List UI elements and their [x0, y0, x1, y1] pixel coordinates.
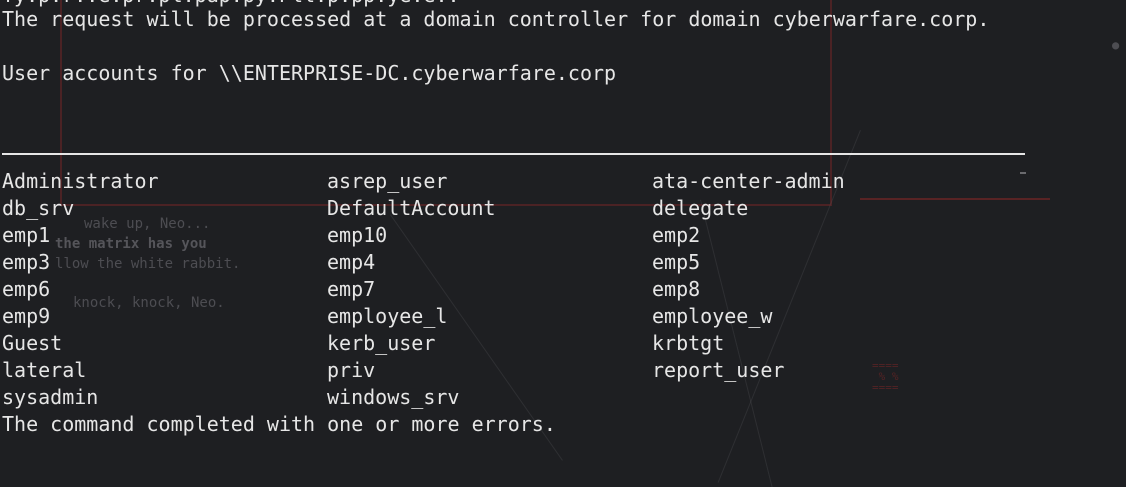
- account-name: sysadmin: [2, 385, 99, 409]
- accounts-table: Administrator asrep_user ata-center-admin d…: [2, 168, 1012, 411]
- account-name: Guest: [2, 331, 63, 355]
- account-name: emp6: [2, 277, 51, 301]
- account-row: emp1 emp10 emp2: [2, 222, 1012, 249]
- account-row: emp9 employee_l employee_w: [2, 303, 1012, 330]
- account-name: emp10: [327, 223, 388, 247]
- account-row: emp3 emp4 emp5: [2, 249, 1012, 276]
- account-name: emp4: [327, 250, 376, 274]
- terminal-output: The request will be processed at a domai…: [2, 0, 989, 87]
- account-name: windows_srv: [327, 385, 460, 409]
- account-name: employee_w: [652, 304, 773, 328]
- user-accounts-header: User accounts for \\ENTERPRISE-DC.cyberw…: [2, 61, 617, 85]
- account-name: emp3: [2, 250, 51, 274]
- account-name: krbtgt: [652, 331, 725, 355]
- account-name: [652, 384, 1012, 411]
- account-name: emp8: [652, 277, 701, 301]
- separator-tail: [1020, 172, 1026, 174]
- account-name: priv: [327, 358, 376, 382]
- account-name: DefaultAccount: [327, 196, 496, 220]
- account-name: emp5: [652, 250, 701, 274]
- account-row: emp6 emp7 emp8: [2, 276, 1012, 303]
- account-row: Administrator asrep_user ata-center-admin: [2, 168, 1012, 195]
- account-name: emp1: [2, 223, 51, 247]
- request-line: The request will be processed at a domai…: [2, 7, 990, 31]
- account-name: emp7: [327, 277, 376, 301]
- command-status-line: The command completed with one or more e…: [2, 412, 556, 436]
- terminal-window[interactable]: wake up, Neo... the matrix has you llow …: [0, 0, 1126, 487]
- background-dot: ●: [1112, 38, 1120, 52]
- separator-line: [2, 153, 1025, 155]
- account-name: emp9: [2, 304, 51, 328]
- account-name: ata-center-admin: [652, 169, 845, 193]
- account-name: asrep_user: [327, 169, 448, 193]
- account-row: lateral priv report_user: [2, 357, 1012, 384]
- account-row: sysadmin windows_srv: [2, 384, 1012, 411]
- account-row: db_srv DefaultAccount delegate: [2, 195, 1012, 222]
- account-name: delegate: [652, 196, 749, 220]
- account-name: kerb_user: [327, 331, 436, 355]
- account-name: lateral: [2, 358, 87, 382]
- account-name: report_user: [652, 358, 785, 382]
- account-name: db_srv: [2, 196, 75, 220]
- account-name: employee_l: [327, 304, 448, 328]
- account-name: Administrator: [2, 169, 159, 193]
- account-row: Guest kerb_user krbtgt: [2, 330, 1012, 357]
- account-name: emp2: [652, 223, 701, 247]
